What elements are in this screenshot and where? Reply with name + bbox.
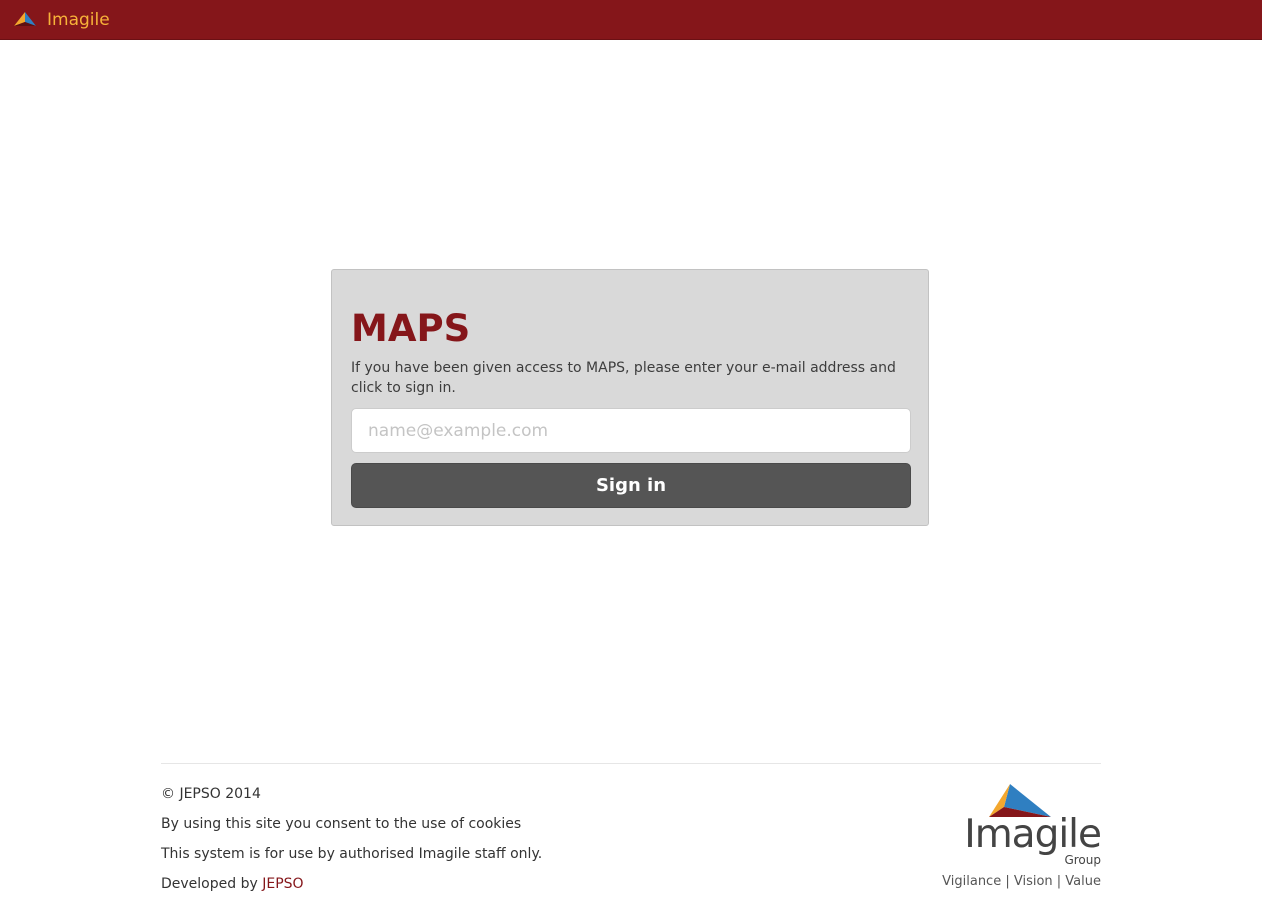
email-field[interactable] bbox=[351, 408, 911, 453]
brand-link[interactable]: Imagile bbox=[12, 0, 110, 39]
brand-name: Imagile bbox=[47, 9, 110, 30]
imagile-logo-icon bbox=[12, 11, 38, 29]
cookies-notice: By using this site you consent to the us… bbox=[161, 816, 522, 832]
jepso-link[interactable]: JEPSO bbox=[262, 876, 303, 892]
footer-divider bbox=[161, 763, 1101, 764]
sign-in-button[interactable]: Sign in bbox=[351, 463, 911, 508]
login-description: If you have been given access to MAPS, p… bbox=[351, 360, 896, 396]
developed-by: Developed by JEPSO bbox=[161, 874, 304, 894]
imagile-group-logo: Imagile Group Vigilance | Vision | Value bbox=[942, 780, 1105, 892]
logo-tagline: Vigilance | Vision | Value bbox=[942, 874, 1101, 889]
login-panel: MAPS If you have been given access to MA… bbox=[331, 269, 929, 526]
copyright-text: © JEPSO 2014 bbox=[161, 786, 261, 802]
top-navbar: Imagile bbox=[0, 0, 1262, 40]
developed-by-prefix: Developed by bbox=[161, 876, 258, 892]
logo-wordmark: Imagile bbox=[964, 812, 1102, 857]
staff-notice: This system is for use by authorised Ima… bbox=[161, 846, 543, 862]
login-title: MAPS bbox=[351, 307, 471, 350]
logo-group-label: Group bbox=[1064, 853, 1101, 867]
